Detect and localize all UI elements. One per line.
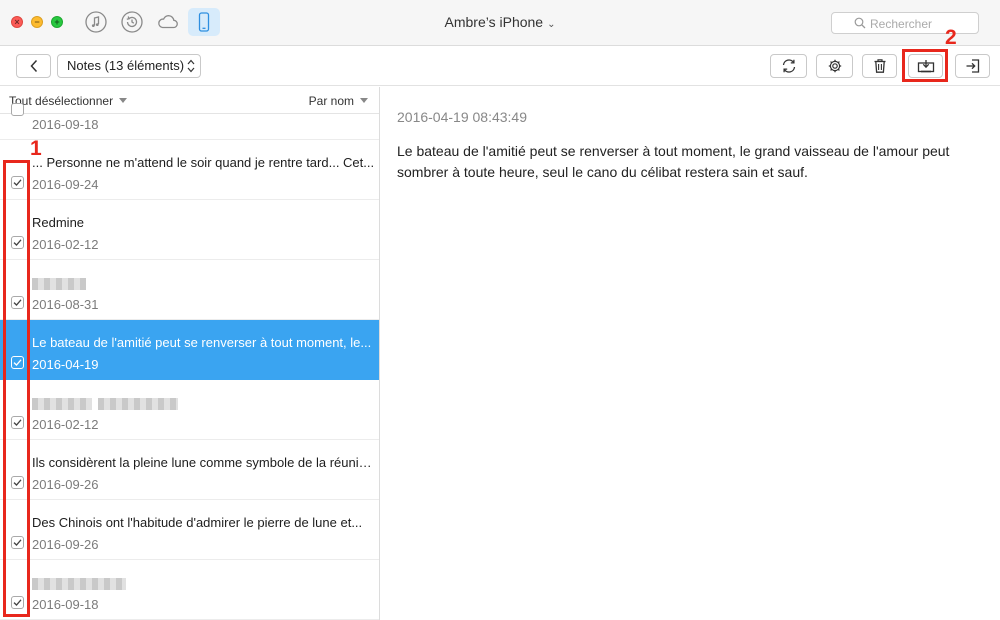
annotation-highlight-checkboxes xyxy=(3,160,30,617)
redacted-title xyxy=(32,278,86,290)
note-title: ... Personne ne m'attend le soir quand j… xyxy=(32,155,375,170)
search-field[interactable] xyxy=(831,12,979,34)
refresh-button[interactable] xyxy=(770,54,807,78)
title-bar: × − + Ambre’s iPhone ⌄ xyxy=(0,0,1000,46)
settings-button[interactable] xyxy=(816,54,853,78)
note-title: Redmine xyxy=(32,215,85,230)
note-date: 2016-09-24 xyxy=(32,177,99,192)
note-title: Des Chinois ont l'habitude d'admirer le … xyxy=(32,515,363,530)
annotation-highlight-export-button xyxy=(902,49,948,82)
list-item[interactable]: ... Personne ne m'attend le soir quand j… xyxy=(0,140,379,200)
list-item[interactable]: 2016-02-12 xyxy=(0,380,379,440)
note-date: 2016-02-12 xyxy=(32,417,99,432)
import-icon xyxy=(966,59,979,73)
note-date: 2016-09-26 xyxy=(32,477,99,492)
note-detail-pane: 2016-04-19 08:43:49 Le bateau de l'amiti… xyxy=(381,87,1000,620)
redacted-title xyxy=(32,398,92,410)
row-checkbox[interactable] xyxy=(11,103,24,116)
note-date: 2016-02-12 xyxy=(32,237,99,252)
note-date: 2016-08-31 xyxy=(32,297,99,312)
note-date: 2016-09-18 xyxy=(32,597,99,612)
refresh-icon xyxy=(782,59,795,73)
updown-chevron-icon xyxy=(187,59,195,73)
note-date: 2016-09-18 xyxy=(32,117,99,132)
trash-icon xyxy=(874,59,885,73)
back-button[interactable] xyxy=(16,54,51,78)
list-item[interactable]: 2016-08-31 xyxy=(0,260,379,320)
note-date: 2016-04-19 xyxy=(32,357,99,372)
list-item[interactable]: Redmine 2016-02-12 xyxy=(0,200,379,260)
list-item[interactable]: Ils considèrent la pleine lune comme sym… xyxy=(0,440,379,500)
note-date: 2016-09-26 xyxy=(32,537,99,552)
category-select-label: Notes (13 éléments) xyxy=(67,58,185,73)
gear-icon xyxy=(828,59,841,73)
search-icon xyxy=(854,17,866,29)
note-title: Le bateau de l'amitié peut se renverser … xyxy=(32,335,372,350)
search-input[interactable] xyxy=(870,16,974,32)
category-select[interactable]: Notes (13 éléments) xyxy=(57,54,201,78)
note-body: Le bateau de l'amitié peut se renverser … xyxy=(397,143,950,180)
import-button[interactable] xyxy=(955,54,990,78)
redacted-title xyxy=(32,578,126,590)
annotation-step-2: 2 xyxy=(945,26,957,49)
chevron-down-icon: ⌄ xyxy=(547,19,556,30)
notes-list-panel: Tout désélectionner Par nom 2016-09-18 .… xyxy=(0,87,380,620)
list-item[interactable]: Des Chinois ont l'habitude d'admirer le … xyxy=(0,500,379,560)
list-item[interactable]: 2016-09-18 xyxy=(0,87,379,140)
note-timestamp: 2016-04-19 08:43:49 xyxy=(397,109,527,125)
back-icon xyxy=(29,59,37,73)
delete-button[interactable] xyxy=(862,54,897,78)
list-item-selected[interactable]: Le bateau de l'amitié peut se renverser … xyxy=(0,320,379,380)
annotation-step-1: 1 xyxy=(30,137,42,160)
device-name: Ambre’s iPhone xyxy=(444,14,544,30)
toolbar: Notes (13 éléments) xyxy=(0,46,1000,86)
redacted-title xyxy=(98,398,178,410)
list-item[interactable]: 2016-09-18 xyxy=(0,560,379,620)
note-title: Ils considèrent la pleine lune comme sym… xyxy=(32,455,378,470)
